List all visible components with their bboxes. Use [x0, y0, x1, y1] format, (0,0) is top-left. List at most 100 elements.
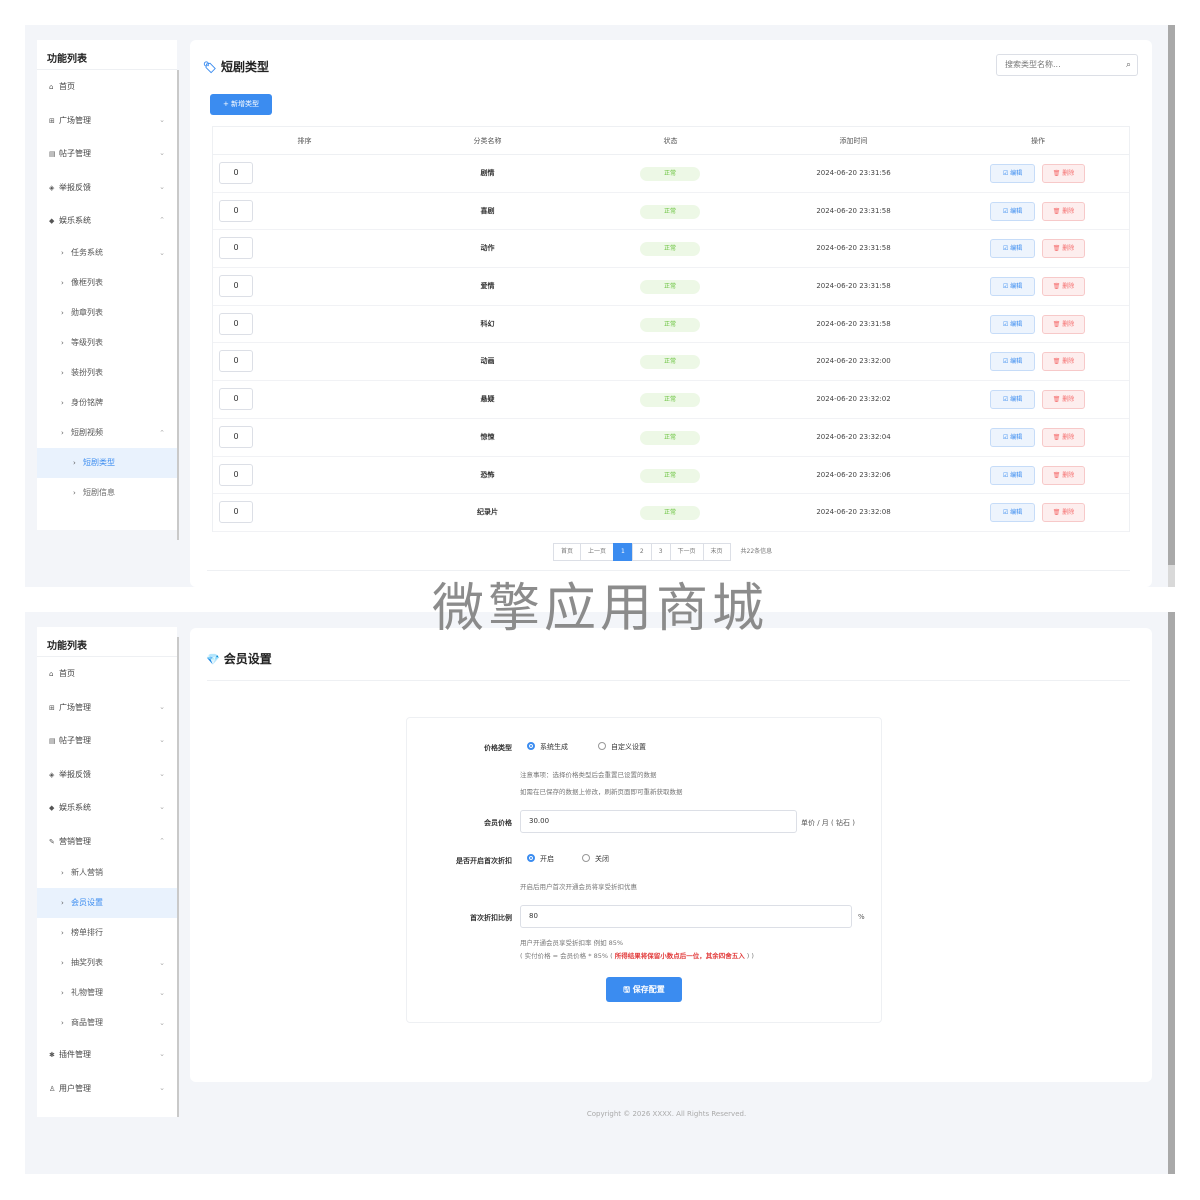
radio-dot[interactable] — [598, 742, 606, 750]
sort-input[interactable]: 0 — [219, 237, 253, 260]
sort-input[interactable]: 0 — [219, 388, 253, 411]
sidebar-item-8[interactable]: › 榜单排行 — [37, 918, 177, 948]
delete-button[interactable]: 🗑 删除 — [1042, 503, 1085, 523]
sidebar-item-3[interactable]: ◈ 举报反馈 ⌄ — [37, 171, 177, 205]
sidebar-item-11[interactable]: › 短剧视频 ⌃ — [37, 418, 177, 448]
radio-dot-checked[interactable] — [527, 742, 535, 750]
sidebar-item-7[interactable]: › 勋章列表 — [37, 298, 177, 328]
edit-button[interactable]: ☑ 编辑 — [990, 503, 1035, 523]
sidebar-item-11[interactable]: › 商品管理 ⌄ — [37, 1008, 177, 1038]
page-next[interactable]: 下一页 — [669, 543, 704, 561]
sidebar-item-10[interactable]: › 礼物管理 ⌄ — [37, 978, 177, 1008]
radio-dot[interactable] — [582, 854, 590, 862]
bottom-scrollbar[interactable] — [1168, 612, 1175, 1174]
sidebar-item-4[interactable]: ◆ 娱乐系统 ⌄ — [37, 791, 177, 825]
sidebar-item-6[interactable]: › 像框列表 — [37, 268, 177, 298]
chevron-down-icon[interactable]: ⌄ — [159, 238, 165, 268]
chevron-down-icon[interactable]: ⌄ — [159, 724, 165, 758]
sort-input[interactable]: 0 — [219, 199, 253, 222]
chevron-down-icon[interactable]: ⌄ — [159, 758, 165, 792]
page-3[interactable]: 3 — [650, 543, 671, 561]
page-last[interactable]: 末页 — [702, 543, 731, 561]
page-2[interactable]: 2 — [631, 543, 652, 561]
delete-button[interactable]: 🗑 删除 — [1042, 352, 1085, 372]
chevron-up-icon[interactable]: ⌃ — [159, 204, 165, 238]
chevron-down-icon[interactable]: ⌄ — [159, 978, 165, 1008]
sidebar-item-7[interactable]: › 会员设置 — [37, 888, 177, 918]
edit-button[interactable]: ☑ 编辑 — [990, 352, 1035, 372]
sidebar-item-1[interactable]: ⊞ 广场管理 ⌄ — [37, 104, 177, 138]
edit-button[interactable]: ☑ 编辑 — [990, 314, 1035, 334]
delete-button[interactable]: 🗑 删除 — [1042, 201, 1085, 221]
sidebar-item-1[interactable]: ⊞ 广场管理 ⌄ — [37, 691, 177, 725]
delete-button[interactable]: 🗑 删除 — [1042, 239, 1085, 259]
radio-system-generated[interactable]: 系统生成 — [527, 742, 568, 752]
search-input[interactable]: 搜索类型名称... ⌕ — [996, 54, 1138, 76]
chevron-up-icon[interactable]: ⌃ — [159, 825, 165, 859]
sidebar-item-13[interactable]: ♙ 用户管理 ⌄ — [37, 1072, 177, 1106]
edit-button[interactable]: ☑ 编辑 — [990, 390, 1035, 410]
sidebar-item-0[interactable]: ⌂ 首页 — [37, 70, 177, 104]
sidebar-item-12[interactable]: › 短剧类型 — [37, 447, 177, 478]
chevron-down-icon[interactable]: ⌄ — [159, 1008, 165, 1038]
edit-button[interactable]: ☑ 编辑 — [990, 201, 1035, 221]
sidebar-item-0[interactable]: ⌂ 首页 — [37, 657, 177, 691]
radio-custom[interactable]: 自定义设置 — [598, 742, 646, 752]
sidebar-item-9[interactable]: › 抽奖列表 ⌄ — [37, 948, 177, 978]
chevron-down-icon[interactable]: ⌄ — [159, 691, 165, 725]
sort-input[interactable]: 0 — [219, 275, 253, 298]
discount-ratio-input[interactable]: 80 — [520, 905, 852, 928]
sidebar-item-9[interactable]: › 装扮列表 — [37, 358, 177, 388]
sort-input[interactable]: 0 — [219, 162, 253, 184]
delete-button[interactable]: 🗑 删除 — [1042, 277, 1085, 297]
delete-button[interactable]: 🗑 删除 — [1042, 164, 1085, 183]
save-config-button[interactable]: 🖫 保存配置 — [606, 977, 682, 1002]
delete-button[interactable]: 🗑 删除 — [1042, 314, 1085, 334]
chevron-down-icon[interactable]: ⌄ — [159, 791, 165, 825]
page-first[interactable]: 首页 — [553, 543, 582, 561]
delete-button[interactable]: 🗑 删除 — [1042, 390, 1085, 410]
sidebar-item-13[interactable]: › 短剧信息 — [37, 478, 177, 508]
chevron-down-icon[interactable]: ⌄ — [159, 1072, 165, 1106]
edit-button[interactable]: ☑ 编辑 — [990, 465, 1035, 485]
chevron-up-icon[interactable]: ⌃ — [159, 418, 165, 448]
bottom-scrollbar-thumb[interactable] — [1168, 612, 1175, 1174]
add-type-button[interactable]: + 新增类型 — [210, 94, 272, 115]
radio-dot-checked[interactable] — [527, 854, 535, 862]
chevron-down-icon[interactable]: ⌄ — [159, 137, 165, 171]
sidebar-item-4[interactable]: ◆ 娱乐系统 ⌃ — [37, 204, 177, 238]
sort-input[interactable]: 0 — [219, 425, 253, 448]
delete-button[interactable]: 🗑 删除 — [1042, 427, 1085, 447]
edit-button[interactable]: ☑ 编辑 — [990, 277, 1035, 297]
chevron-down-icon[interactable]: ⌄ — [159, 104, 165, 138]
edit-button[interactable]: ☑ 编辑 — [990, 427, 1035, 447]
top-scrollbar[interactable] — [1168, 25, 1175, 587]
edit-button[interactable]: ☑ 编辑 — [990, 239, 1035, 259]
sort-input[interactable]: 0 — [219, 312, 253, 335]
chevron-down-icon[interactable]: ⌄ — [159, 171, 165, 205]
sidebar-item-5[interactable]: › 任务系统 ⌄ — [37, 238, 177, 268]
delete-button[interactable]: 🗑 删除 — [1042, 465, 1085, 485]
page-prev[interactable]: 上一页 — [580, 543, 615, 561]
sort-input[interactable]: 0 — [219, 350, 253, 373]
chevron-down-icon[interactable]: ⌄ — [159, 1038, 165, 1072]
sort-input[interactable]: 0 — [219, 463, 253, 486]
top-scrollbar-thumb[interactable] — [1168, 25, 1175, 565]
sort-input[interactable]: 0 — [219, 501, 253, 524]
chevron-down-icon[interactable]: ⌄ — [159, 948, 165, 978]
member-price-input[interactable]: 30.00 — [520, 810, 797, 833]
sidebar-scroll-rail[interactable] — [177, 637, 179, 1117]
sidebar-item-2[interactable]: ▤ 帖子管理 ⌄ — [37, 137, 177, 171]
search-icon[interactable]: ⌕ — [1126, 55, 1131, 75]
sidebar-item-10[interactable]: › 身份铭牌 — [37, 388, 177, 418]
sidebar-item-12[interactable]: ✱ 插件管理 ⌄ — [37, 1038, 177, 1072]
sidebar-scroll-rail[interactable] — [177, 70, 179, 540]
edit-button[interactable]: ☑ 编辑 — [990, 164, 1035, 183]
sidebar-item-2[interactable]: ▤ 帖子管理 ⌄ — [37, 724, 177, 758]
sidebar-item-5[interactable]: ✎ 营销管理 ⌃ — [37, 825, 177, 859]
sidebar-item-8[interactable]: › 等级列表 — [37, 328, 177, 358]
page-1[interactable]: 1 — [613, 543, 633, 561]
radio-discount-off[interactable]: 关闭 — [582, 854, 609, 864]
sidebar-item-6[interactable]: › 新人营销 — [37, 858, 177, 888]
radio-discount-on[interactable]: 开启 — [527, 854, 554, 864]
